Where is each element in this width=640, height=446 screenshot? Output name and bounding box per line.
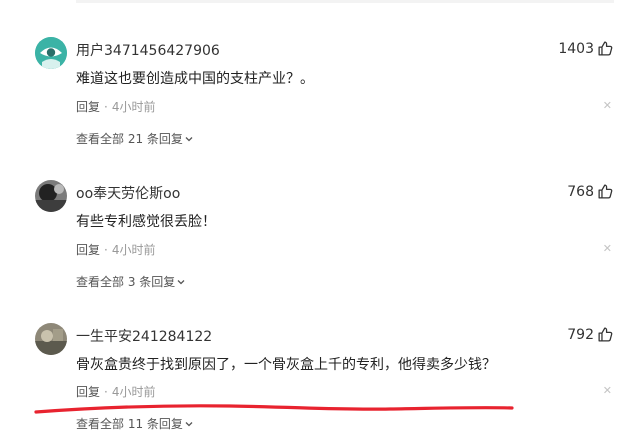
comment-meta: 回复 · 4小时前 (76, 383, 155, 400)
meta-separator: · (104, 384, 108, 399)
avatar[interactable] (35, 323, 67, 355)
like-count: 792 (567, 326, 594, 343)
view-replies-label: 查看全部 11 条回复 (76, 417, 183, 431)
reply-button[interactable]: 回复 (76, 241, 100, 258)
comment-text: 骨灰盒贵终于找到原因了，一个骨灰盒上千的专利，他得卖多少钱？ (76, 357, 496, 373)
thumbs-up-icon (598, 184, 613, 199)
close-icon[interactable]: ✕ (603, 384, 612, 397)
meta-separator: · (104, 99, 108, 114)
top-divider (76, 0, 614, 3)
view-replies-button[interactable]: 查看全部 3 条回复 (76, 273, 186, 290)
chevron-down-icon (185, 136, 193, 141)
view-replies-label: 查看全部 3 条回复 (76, 275, 176, 289)
comment-meta: 回复 · 4小时前 (76, 98, 155, 115)
comment-username[interactable]: 一生平安241284122 (76, 326, 212, 346)
view-replies-label: 查看全部 21 条回复 (76, 132, 183, 146)
default-avatar-icon (35, 37, 67, 69)
close-icon[interactable]: ✕ (603, 99, 612, 112)
like-count: 1403 (558, 40, 594, 57)
comment-meta: 回复 · 4小时前 (76, 241, 155, 258)
avatar[interactable] (35, 37, 67, 69)
comment-time: 4小时前 (111, 385, 156, 399)
reply-button[interactable]: 回复 (76, 98, 100, 115)
comment-time: 4小时前 (111, 243, 156, 257)
chevron-down-icon (185, 421, 193, 426)
comment-text: 有些专利感觉很丢脸！ (76, 214, 216, 230)
view-replies-button[interactable]: 查看全部 11 条回复 (76, 415, 194, 432)
like-button[interactable]: 1403 (558, 40, 614, 57)
close-icon[interactable]: ✕ (603, 242, 612, 255)
like-button[interactable]: 792 (567, 326, 614, 343)
thumbs-up-icon (598, 327, 613, 342)
user-photo-avatar (35, 323, 67, 355)
like-button[interactable]: 768 (567, 183, 614, 200)
comment-time: 4小时前 (111, 100, 156, 114)
user-photo-avatar (35, 180, 67, 212)
meta-separator: · (104, 242, 108, 257)
chevron-down-icon (177, 279, 185, 284)
comment-username[interactable]: oo奉天劳伦斯oo (76, 183, 180, 203)
reply-button[interactable]: 回复 (76, 383, 100, 400)
comments-page: 用户3471456427906 1403 难道这也要创造成中国的支柱产业？。 回… (0, 0, 640, 446)
like-count: 768 (567, 183, 594, 200)
avatar[interactable] (35, 180, 67, 212)
comment-username[interactable]: 用户3471456427906 (76, 40, 220, 60)
thumbs-up-icon (598, 41, 613, 56)
view-replies-button[interactable]: 查看全部 21 条回复 (76, 130, 194, 147)
comment-text: 难道这也要创造成中国的支柱产业？。 (76, 71, 314, 87)
